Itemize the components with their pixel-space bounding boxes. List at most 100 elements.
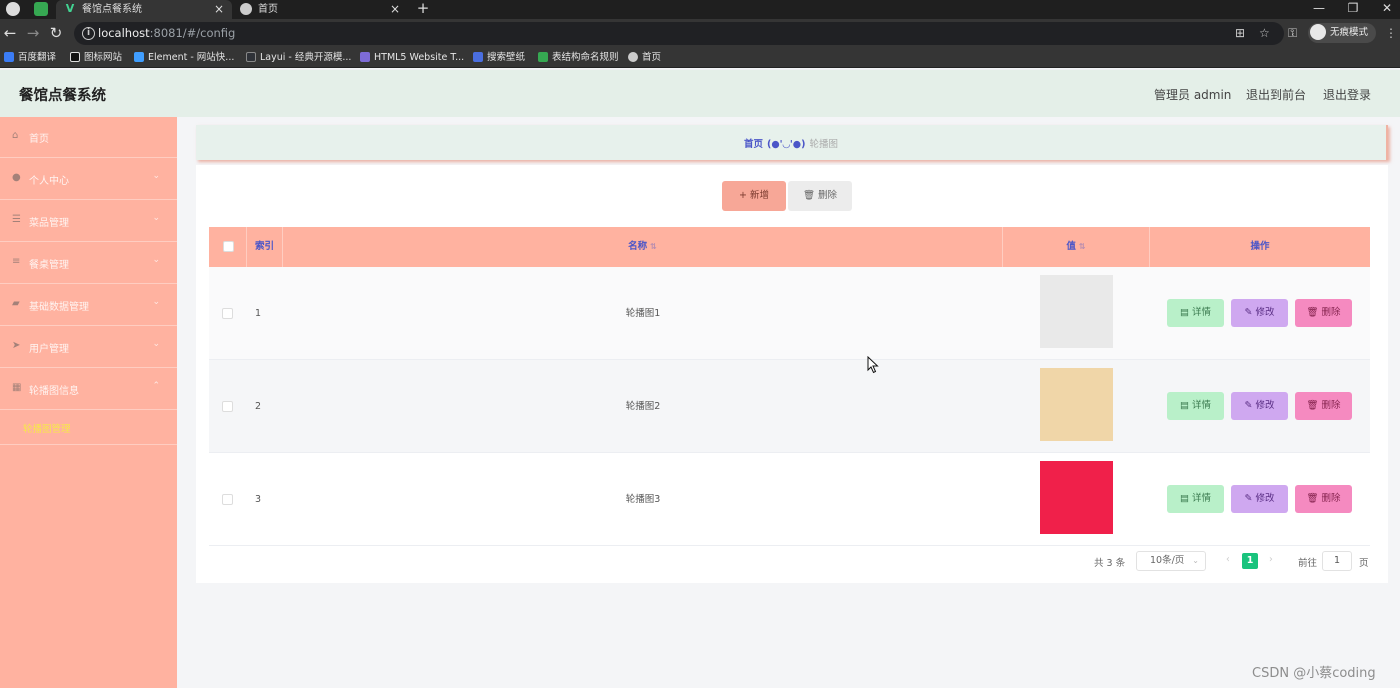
chevron-down-icon: ⌄ — [152, 255, 160, 265]
delete-button[interactable]: 🗑 删除 — [1295, 299, 1352, 327]
bookmark-label: 首页 — [642, 52, 662, 63]
delete-button[interactable]: 🗑 删除 — [1295, 392, 1352, 420]
reload-icon[interactable]: ↻ — [46, 24, 66, 42]
goto-page-input[interactable]: 1 — [1322, 551, 1352, 571]
cell-name: 轮播图3 — [625, 494, 661, 505]
restore-icon[interactable]: ❐ — [1338, 0, 1368, 16]
sidebar-item-home[interactable]: ⌂ 首页 — [0, 117, 177, 158]
sidebar-subitem-carousel-manage[interactable]: 轮播图管理 — [0, 411, 177, 445]
next-page-icon[interactable]: › — [1269, 554, 1273, 565]
row-checkbox[interactable] — [222, 401, 233, 412]
column-label: 名称 — [628, 241, 648, 252]
sort-icon[interactable]: ⇅ — [1079, 242, 1086, 251]
sidebar-item-profile[interactable]: ● 个人中心 ⌄ — [0, 159, 177, 200]
edit-button[interactable]: ✎ 修改 — [1231, 485, 1288, 513]
pencil-icon: ✎ — [1244, 400, 1256, 411]
column-header-index[interactable]: 索引 — [247, 227, 283, 267]
delete-label: 删除 — [1321, 400, 1341, 411]
minimize-icon[interactable]: — — [1304, 0, 1334, 16]
translate-icon[interactable]: ⊞ — [1235, 26, 1245, 40]
page-size-select[interactable]: 10条/页 ⌄ — [1136, 551, 1206, 571]
pencil-icon: ✎ — [1244, 493, 1256, 504]
address-bar-row: ← → ↻ i localhost:8081/#/config ⊞ ☆ ⚿ 无痕… — [0, 19, 1400, 48]
page-size-value: 10条/页 — [1150, 555, 1185, 566]
sort-icon[interactable]: ⇅ — [650, 242, 657, 251]
chevron-down-icon: ⌄ — [152, 171, 160, 181]
document-icon: ▤ — [1179, 307, 1192, 318]
edit-label: 修改 — [1255, 307, 1275, 318]
cell-index: 1 — [255, 308, 262, 319]
bookmark-item[interactable]: Element - 网站快... — [134, 51, 234, 65]
bookmark-item[interactable]: HTML5 Website T... — [360, 51, 464, 65]
chevron-down-icon: ⌄ — [1192, 556, 1199, 565]
new-tab-button[interactable]: + — [408, 0, 438, 16]
tab-close-icon[interactable]: × — [390, 0, 400, 19]
site-info-icon[interactable]: i — [82, 27, 95, 40]
select-all-checkbox[interactable] — [223, 241, 234, 252]
url-path: :8081/#/config — [149, 26, 236, 40]
column-label: 值 — [1066, 241, 1076, 252]
sidebar-item-basic-data[interactable]: ▰ 基础数据管理 ⌄ — [0, 285, 177, 326]
forward-icon[interactable]: → — [23, 24, 43, 42]
bookmark-item[interactable]: 搜索壁纸 — [473, 51, 525, 65]
detail-label: 详情 — [1191, 400, 1211, 411]
bookmark-label: 搜索壁纸 — [487, 52, 526, 63]
sidebar-subitem-label: 轮播图管理 — [23, 424, 71, 435]
star-icon[interactable]: ☆ — [1259, 26, 1270, 40]
exit-to-front-link[interactable]: 退出到前台 — [1246, 86, 1306, 103]
sidebar-item-carousel[interactable]: ▦ 轮播图信息 ⌃ — [0, 369, 177, 410]
carousel-image-thumbnail[interactable] — [1040, 461, 1113, 534]
window-close-icon[interactable]: ✕ — [1372, 0, 1400, 16]
browser-menu-icon[interactable] — [6, 2, 20, 16]
sidebar-item-label: 首页 — [29, 134, 49, 145]
url-host: localhost — [98, 26, 150, 40]
key-icon[interactable]: ⚿ — [1288, 26, 1297, 40]
sidebar-item-users[interactable]: ➤ 用户管理 ⌄ — [0, 327, 177, 368]
breadcrumb-home[interactable]: 首页 — [744, 139, 763, 150]
sidebar-item-dishes[interactable]: ☰ 菜品管理 ⌄ — [0, 201, 177, 242]
pagination-total: 共 3 条 — [1094, 558, 1126, 569]
more-icon[interactable]: ⋮ — [1385, 26, 1397, 40]
document-icon: ▤ — [1179, 493, 1192, 504]
baidu-translate-icon — [4, 51, 14, 62]
send-icon: ➤ — [12, 340, 21, 351]
sidebar-item-label: 轮播图信息 — [29, 386, 79, 397]
detail-button[interactable]: ▤ 详情 — [1167, 392, 1224, 420]
prev-page-icon[interactable]: ‹ — [1226, 554, 1230, 565]
table-naming-icon — [538, 51, 548, 62]
html5-icon — [360, 51, 370, 62]
row-checkbox[interactable] — [222, 308, 233, 319]
sidebar-item-tables[interactable]: ≡ 餐桌管理 ⌄ — [0, 243, 177, 284]
batch-delete-button[interactable]: 🗑 删除 — [788, 181, 852, 211]
tab-close-icon[interactable]: × — [214, 0, 224, 19]
browser-tab-active[interactable]: V 餐馆点餐系统 × — [56, 0, 232, 19]
incognito-badge[interactable]: 无痕模式 — [1308, 23, 1377, 43]
column-header-value[interactable]: 值 ⇅ — [1003, 227, 1150, 267]
add-button[interactable]: + 新增 — [722, 181, 786, 211]
detail-button[interactable]: ▤ 详情 — [1167, 485, 1224, 513]
bookmark-item[interactable]: Layui - 经典开源模... — [246, 51, 351, 65]
page-number-active[interactable]: 1 — [1242, 553, 1258, 569]
logout-link[interactable]: 退出登录 — [1323, 86, 1371, 103]
url-bar[interactable]: i localhost:8081/#/config — [74, 22, 1284, 45]
back-icon[interactable]: ← — [0, 24, 20, 42]
row-checkbox[interactable] — [222, 494, 233, 505]
browser-tab[interactable]: 首页 × — [232, 0, 408, 19]
carousel-image-thumbnail[interactable] — [1040, 275, 1113, 348]
column-header-name[interactable]: 名称 ⇅ — [283, 227, 1003, 267]
delete-button[interactable]: 🗑 删除 — [1295, 485, 1352, 513]
bookmark-item[interactable]: 首页 — [628, 51, 661, 65]
pinned-tab-icon[interactable] — [34, 2, 48, 16]
edit-button[interactable]: ✎ 修改 — [1231, 392, 1288, 420]
tab-title: 首页 — [258, 4, 278, 15]
url-text[interactable]: localhost:8081/#/config — [98, 26, 235, 40]
bookmarks-bar: 百度翻译 图标网站 Element - 网站快... Layui - 经典开源模… — [0, 48, 1400, 68]
bookmark-item[interactable]: 图标网站 — [70, 51, 122, 65]
trash-icon: 🗑 — [1306, 493, 1322, 504]
carousel-image-thumbnail[interactable] — [1040, 368, 1113, 441]
bookmark-item[interactable]: 表结构命名规则 — [538, 51, 619, 65]
edit-button[interactable]: ✎ 修改 — [1231, 299, 1288, 327]
bookmark-item[interactable]: 百度翻译 — [4, 51, 56, 65]
detail-button[interactable]: ▤ 详情 — [1167, 299, 1224, 327]
cell-name: 轮播图1 — [625, 308, 661, 319]
